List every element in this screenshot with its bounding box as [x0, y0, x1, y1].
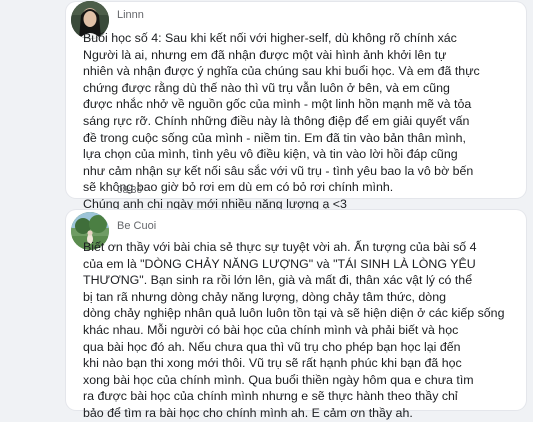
comment-author[interactable]: Linnn: [117, 9, 144, 21]
comment-text: Buổi học số 4: Sau khi kết nối với highe…: [83, 31, 480, 211]
comment-author[interactable]: Be Cuoi: [117, 220, 156, 232]
comment-text: Biết ơn thầy với bài chia sẻ thực sự tuy…: [83, 240, 505, 420]
comment-timestamp: 08:36: [117, 185, 143, 196]
